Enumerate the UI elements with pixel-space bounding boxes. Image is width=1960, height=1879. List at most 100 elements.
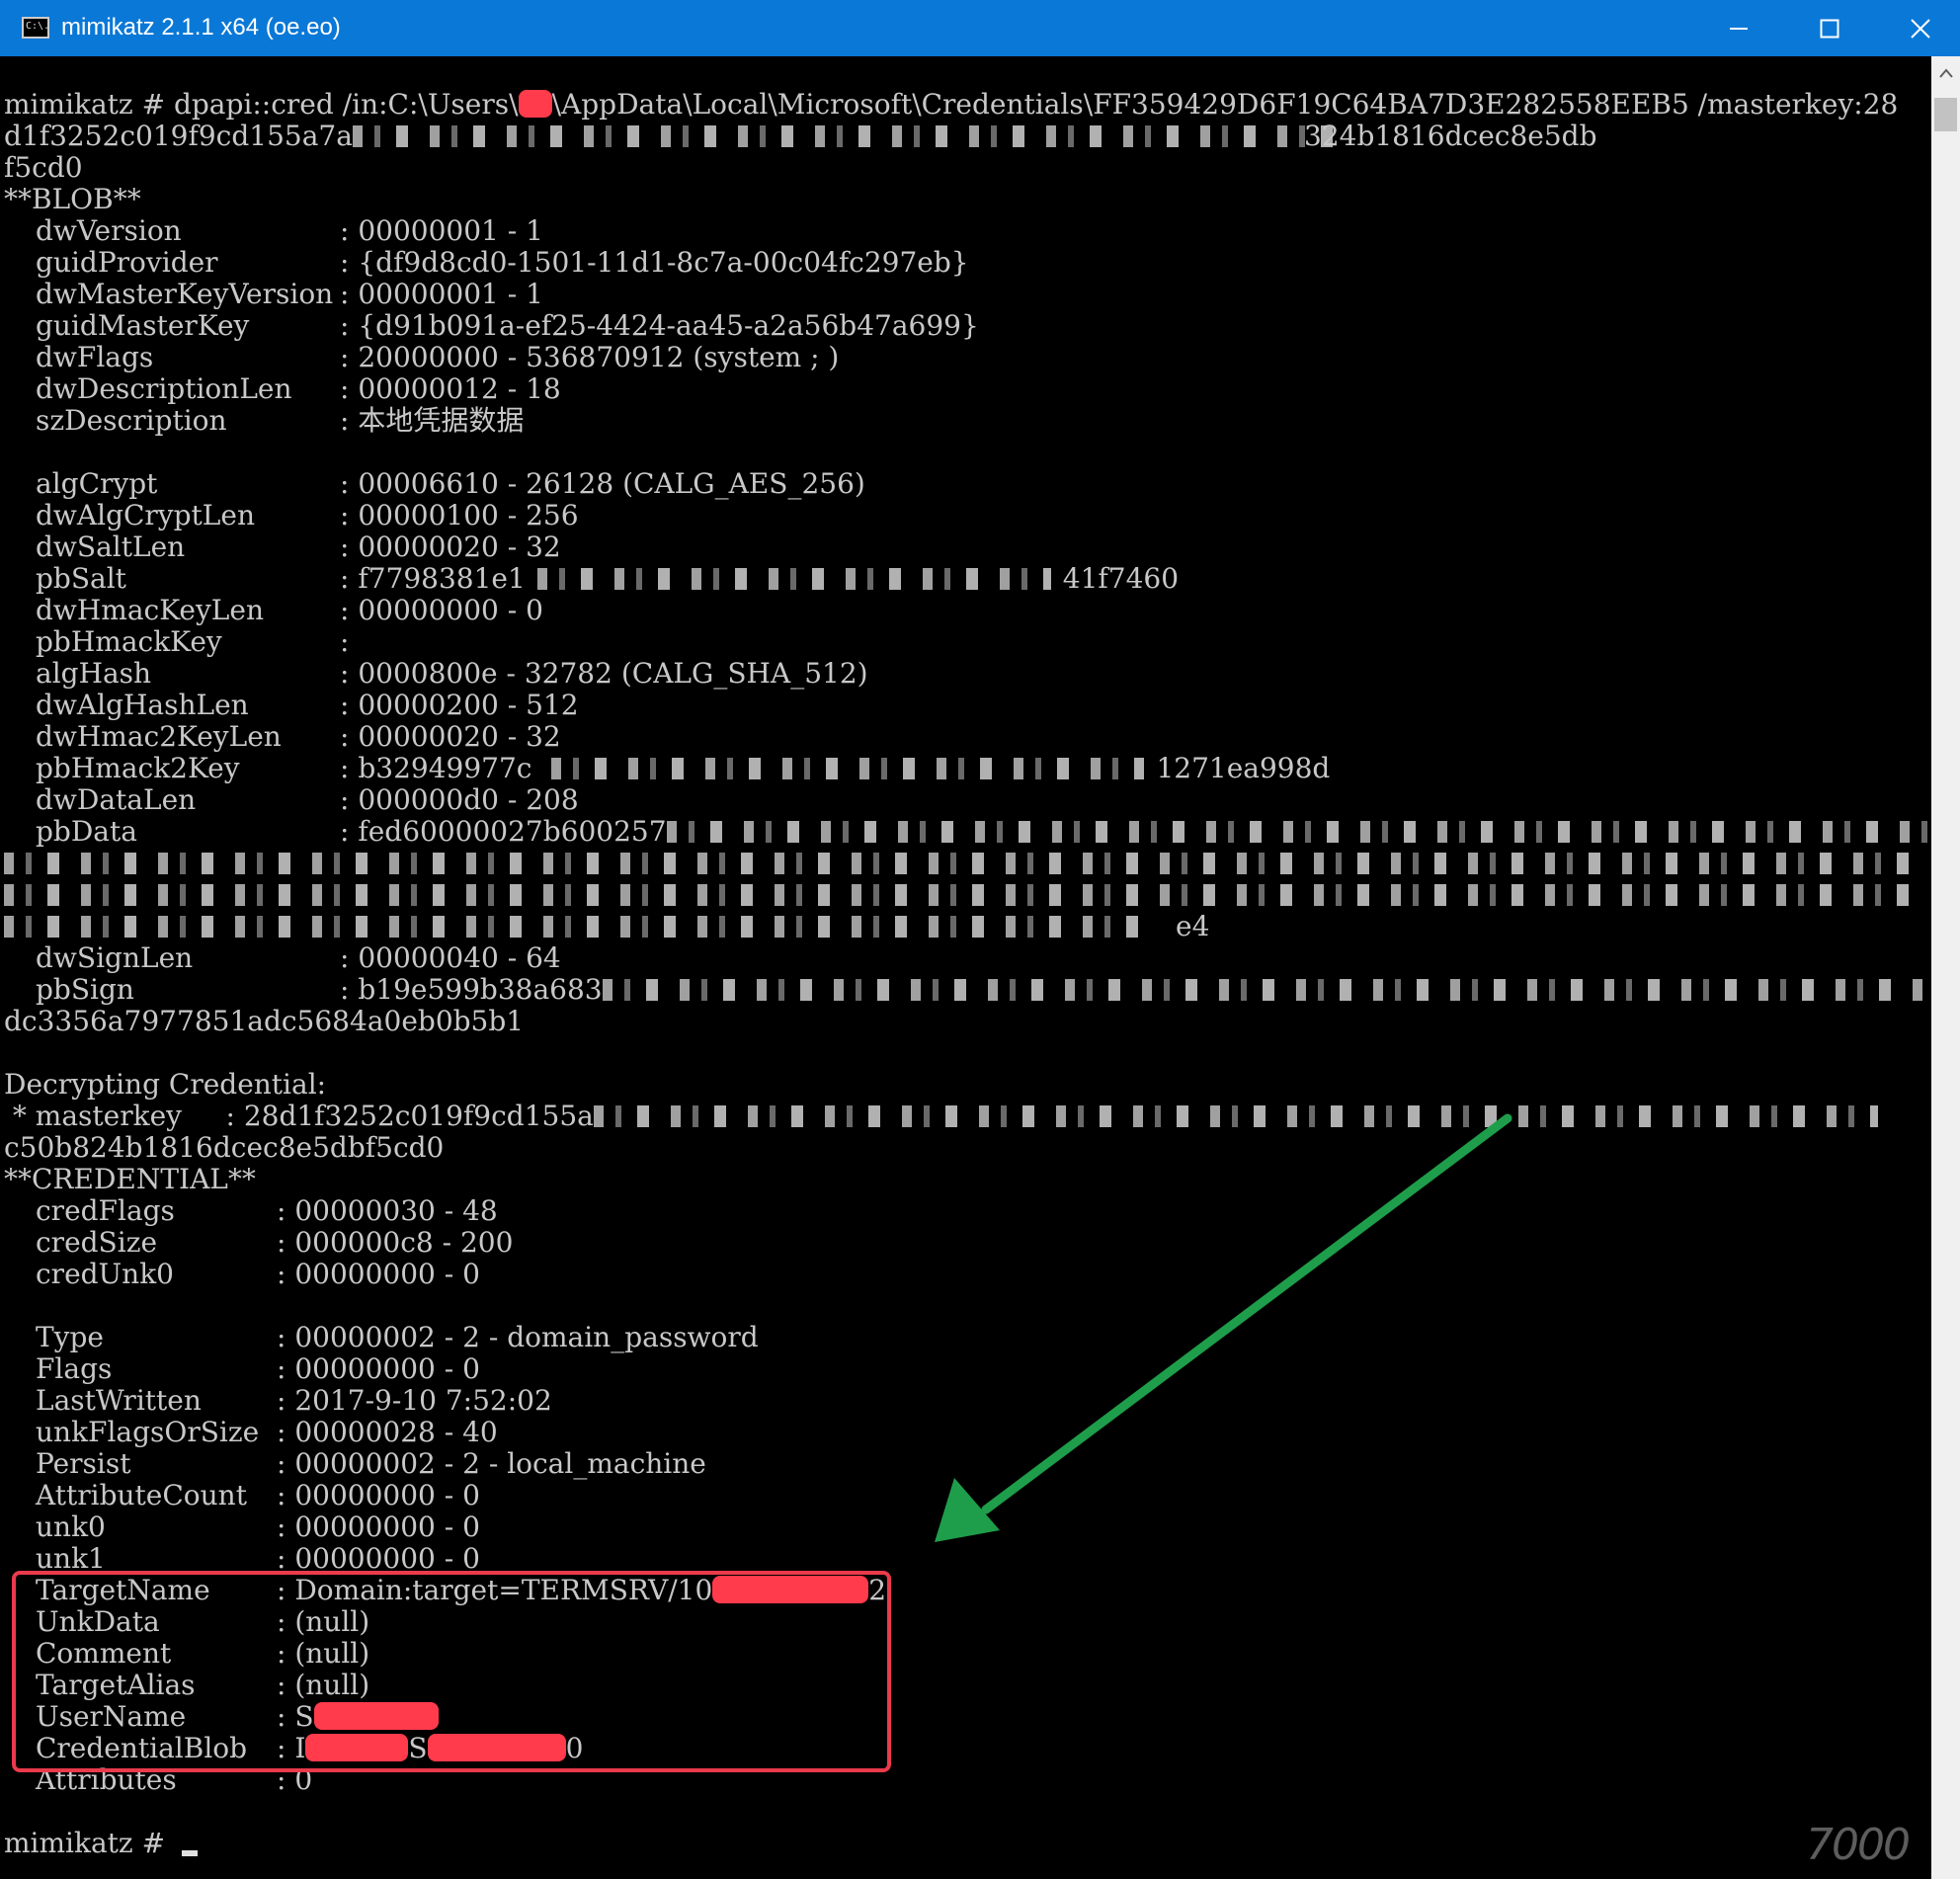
field-key: Flags	[36, 1352, 113, 1385]
blob-field: dwSaltLen : 00000020 - 32	[4, 531, 1928, 563]
field-value: : 00000000 - 0	[277, 1479, 480, 1511]
credential-field: credSize : 000000c8 - 200	[4, 1227, 1928, 1259]
credential-field: LastWritten : 2017-9-10 7:52:02	[4, 1385, 1928, 1417]
field-value: : 00000012 - 18	[340, 372, 561, 405]
close-icon	[1911, 18, 1930, 39]
blurred-region	[4, 916, 1140, 938]
field-value: : 000000c8 - 200	[277, 1226, 514, 1259]
field-key: dwFlags	[36, 341, 154, 373]
field-value-tail: 1271ea998d	[1156, 752, 1331, 784]
field-key: Persist	[36, 1447, 131, 1480]
command-text: mimikatz # dpapi::cred /in:C:\Users\	[4, 89, 519, 121]
vertical-scrollbar[interactable]	[1931, 56, 1960, 1879]
output-line: d1f3252c019f9cd155a7a 324b1816dcec8e5db	[4, 121, 1928, 152]
decrypt-header: Decrypting Credential:	[4, 1068, 327, 1101]
field-key: unkFlagsOrSize	[36, 1416, 260, 1448]
blurred-region	[352, 125, 1341, 147]
field-value: : 00000000 - 0	[340, 594, 543, 626]
field-value: : 2017-9-10 7:52:02	[277, 1384, 552, 1417]
output-line: f5cd0	[4, 152, 1928, 184]
blob-field: pbData: fed60000027b600257	[4, 816, 1928, 848]
blurred-region	[536, 568, 1051, 590]
minimize-icon	[1730, 27, 1748, 30]
masterkey-line: * masterkey : 28d1f3252c019f9cd155a	[4, 1101, 1928, 1132]
field-key: pbHmackKey	[36, 625, 222, 658]
chevron-up-icon	[1938, 68, 1953, 78]
blurred-line	[4, 848, 1928, 879]
field-value: : 0000800e - 32782 (CALG_SHA_512)	[340, 657, 868, 690]
field-value: : 00000000 - 0	[277, 1352, 480, 1385]
field-key: algCrypt	[36, 467, 158, 500]
masterkey-part: d1f3252c019f9cd155a7a	[4, 120, 353, 152]
scroll-thumb[interactable]	[1934, 98, 1957, 131]
maximize-icon	[1820, 19, 1839, 38]
blob-field: guidProvider: {df9d8cd0-1501-11d1-8c7a-0…	[4, 247, 1928, 279]
blurred-region	[4, 853, 1911, 874]
field-key: pbSalt	[36, 562, 126, 595]
credential-field: Persist: 00000002 - 2 - local_machine	[4, 1448, 1928, 1480]
blob-field: dwAlgCryptLen : 00000100 - 256	[4, 500, 1928, 531]
blurred-region	[602, 979, 1926, 1001]
text-cursor	[181, 1850, 198, 1856]
field-key: guidMasterKey	[36, 309, 250, 342]
blurred-line	[4, 879, 1928, 911]
field-value: : 000000d0 - 208	[340, 783, 579, 816]
field-value: : 00000100 - 256	[340, 499, 579, 531]
field-value-tail: 41f7460	[1062, 562, 1180, 595]
field-key: unk0	[36, 1511, 106, 1543]
masterkey-text: * masterkey : 28d1f3252c019f9cd155a	[4, 1100, 594, 1132]
field-key: dwAlgHashLen	[36, 689, 249, 721]
blob-field: dwFlags : 20000000 - 536870912 (system ; …	[4, 342, 1928, 373]
blob-field: algCrypt: 00006610 - 26128 (CALG_AES_256…	[4, 468, 1928, 500]
close-button[interactable]	[1875, 0, 1960, 56]
scroll-up-button[interactable]	[1931, 56, 1960, 90]
blob-field: pbSalt : f7798381e1 41f7460	[4, 563, 1928, 595]
output-line: c50b824b1816dcec8e5dbf5cd0	[4, 1131, 445, 1164]
blurred-region	[593, 1105, 1878, 1127]
field-value: :	[340, 625, 350, 658]
field-key: dwVersion	[36, 214, 182, 247]
field-value: : 20000000 - 536870912 (system ; )	[340, 341, 840, 373]
field-key: dwMasterKeyVersion	[36, 278, 334, 310]
blob-field: dwDescriptionLen : 00000012 - 18	[4, 373, 1928, 405]
field-key: LastWritten	[36, 1384, 202, 1417]
field-value: : b32949977c	[340, 752, 532, 784]
field-value: : 00000002 - 2 - domain_password	[277, 1321, 759, 1353]
blob-field: szDescription: 本地凭据数据	[4, 405, 1928, 437]
blob-field: dwHmac2KeyLen: 00000020 - 32	[4, 721, 1928, 753]
field-value: : 00000001 - 1	[340, 214, 543, 247]
field-key: credSize	[36, 1226, 158, 1259]
masterkey-part: 324b1816dcec8e5db	[1304, 120, 1597, 152]
field-value: : 00000000 - 0	[277, 1258, 480, 1290]
field-key: credFlags	[36, 1194, 175, 1227]
redacted-username	[518, 90, 552, 118]
field-key: algHash	[36, 657, 152, 690]
highlight-box	[12, 1571, 891, 1772]
maximize-button[interactable]	[1784, 0, 1875, 56]
window-title: mimikatz 2.1.1 x64 (oe.eo)	[61, 14, 341, 41]
prompt-line[interactable]: mimikatz #	[4, 1828, 1928, 1859]
field-value: : 00000028 - 40	[277, 1416, 498, 1448]
field-key: pbData	[36, 815, 137, 848]
field-value-tail: e4	[1176, 910, 1210, 942]
field-value: : f7798381e1	[340, 562, 526, 595]
field-key: dwDataLen	[36, 783, 197, 816]
field-key: dwAlgCryptLen	[36, 499, 255, 531]
field-key: Type	[36, 1321, 104, 1353]
field-value: : 00000020 - 32	[340, 531, 561, 563]
window-titlebar[interactable]: C:\. mimikatz 2.1.1 x64 (oe.eo)	[0, 0, 1960, 56]
field-key: dwSaltLen	[36, 531, 186, 563]
field-value: : 00000000 - 0	[277, 1511, 480, 1543]
blurred-region	[666, 821, 1928, 843]
field-key: dwHmac2KeyLen	[36, 720, 282, 753]
blob-field: dwSignLen: 00000040 - 64	[4, 942, 1928, 974]
field-key: dwDescriptionLen	[36, 372, 292, 405]
field-key: credUnk0	[36, 1258, 174, 1290]
command-line: mimikatz # dpapi::cred /in:C:\Users\ \App…	[4, 89, 1928, 121]
minimize-button[interactable]	[1693, 0, 1784, 56]
field-value: : 00000030 - 48	[277, 1194, 498, 1227]
blob-field: pbSign: b19e599b38a683	[4, 974, 1928, 1006]
field-key: AttributeCount	[36, 1479, 247, 1511]
